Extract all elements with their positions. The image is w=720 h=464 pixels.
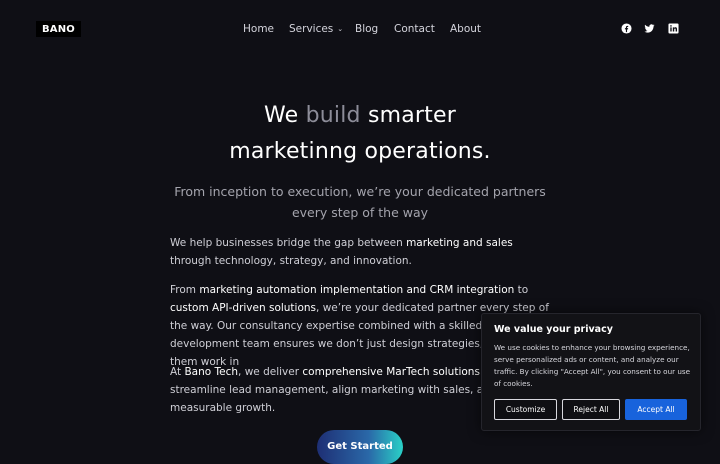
hero-title-word-smarter: smarter (367, 103, 456, 128)
get-started-button[interactable]: Get Started (317, 430, 403, 464)
cookie-description: We use cookies to enhance your browsing … (494, 343, 691, 388)
customize-button[interactable]: Customize (494, 399, 557, 420)
hero-title-word-we: We (264, 103, 299, 128)
hero-subtitle-line-2: every step of the way (291, 205, 429, 220)
intro-paragraph: We help businesses bridge the gap betwee… (170, 234, 550, 270)
nav-item-contact[interactable]: Contact (394, 22, 435, 36)
facebook-icon[interactable] (621, 23, 632, 34)
services-highlight-automation: marketing automation implementation and … (199, 284, 515, 296)
about-text-deliver: , we deliver (238, 366, 303, 378)
chevron-down-icon: ⌄ (337, 25, 344, 33)
services-text: From (170, 284, 200, 296)
main-nav: Home Services ⌄ Blog Contact About (0, 22, 720, 38)
nav-item-home[interactable]: Home (243, 22, 274, 36)
hero-subtitle: From inception to execution, we’re your … (160, 181, 560, 223)
nav-item-services-label: Services (289, 23, 334, 35)
cookie-consent-banner: We value your privacy We use cookies to … (481, 313, 701, 431)
hero-title-line-1: We build smarter (0, 103, 720, 128)
services-text-to: to (514, 284, 529, 296)
services-highlight-api: custom API-driven solutions (170, 302, 317, 314)
intro-highlight: marketing and sales (406, 237, 513, 249)
linkedin-icon[interactable] (668, 23, 679, 34)
reject-all-button[interactable]: Reject All (562, 399, 620, 420)
site-header: BANO Home Services ⌄ Blog Contact About (0, 0, 720, 58)
intro-text: We help businesses bridge the gap betwee… (170, 237, 407, 249)
nav-item-about[interactable]: About (450, 22, 481, 36)
intro-text-end: through technology, strategy, and innova… (170, 255, 412, 267)
accept-all-button[interactable]: Accept All (625, 399, 687, 420)
hero-title-accent: build (305, 103, 361, 128)
nav-item-services[interactable]: Services ⌄ (289, 22, 343, 36)
hero-subtitle-line-1: From inception to execution, we’re your … (174, 184, 546, 199)
about-highlight-martech: comprehensive MarTech solutions (302, 366, 480, 378)
twitter-icon[interactable] (644, 23, 655, 34)
nav-item-blog[interactable]: Blog (355, 22, 378, 36)
about-highlight-company: Bano Tech (184, 366, 239, 378)
cookie-title: We value your privacy (494, 324, 613, 335)
about-text: At (170, 366, 185, 378)
hero-title-line-2: marketinng operations. (229, 139, 491, 164)
